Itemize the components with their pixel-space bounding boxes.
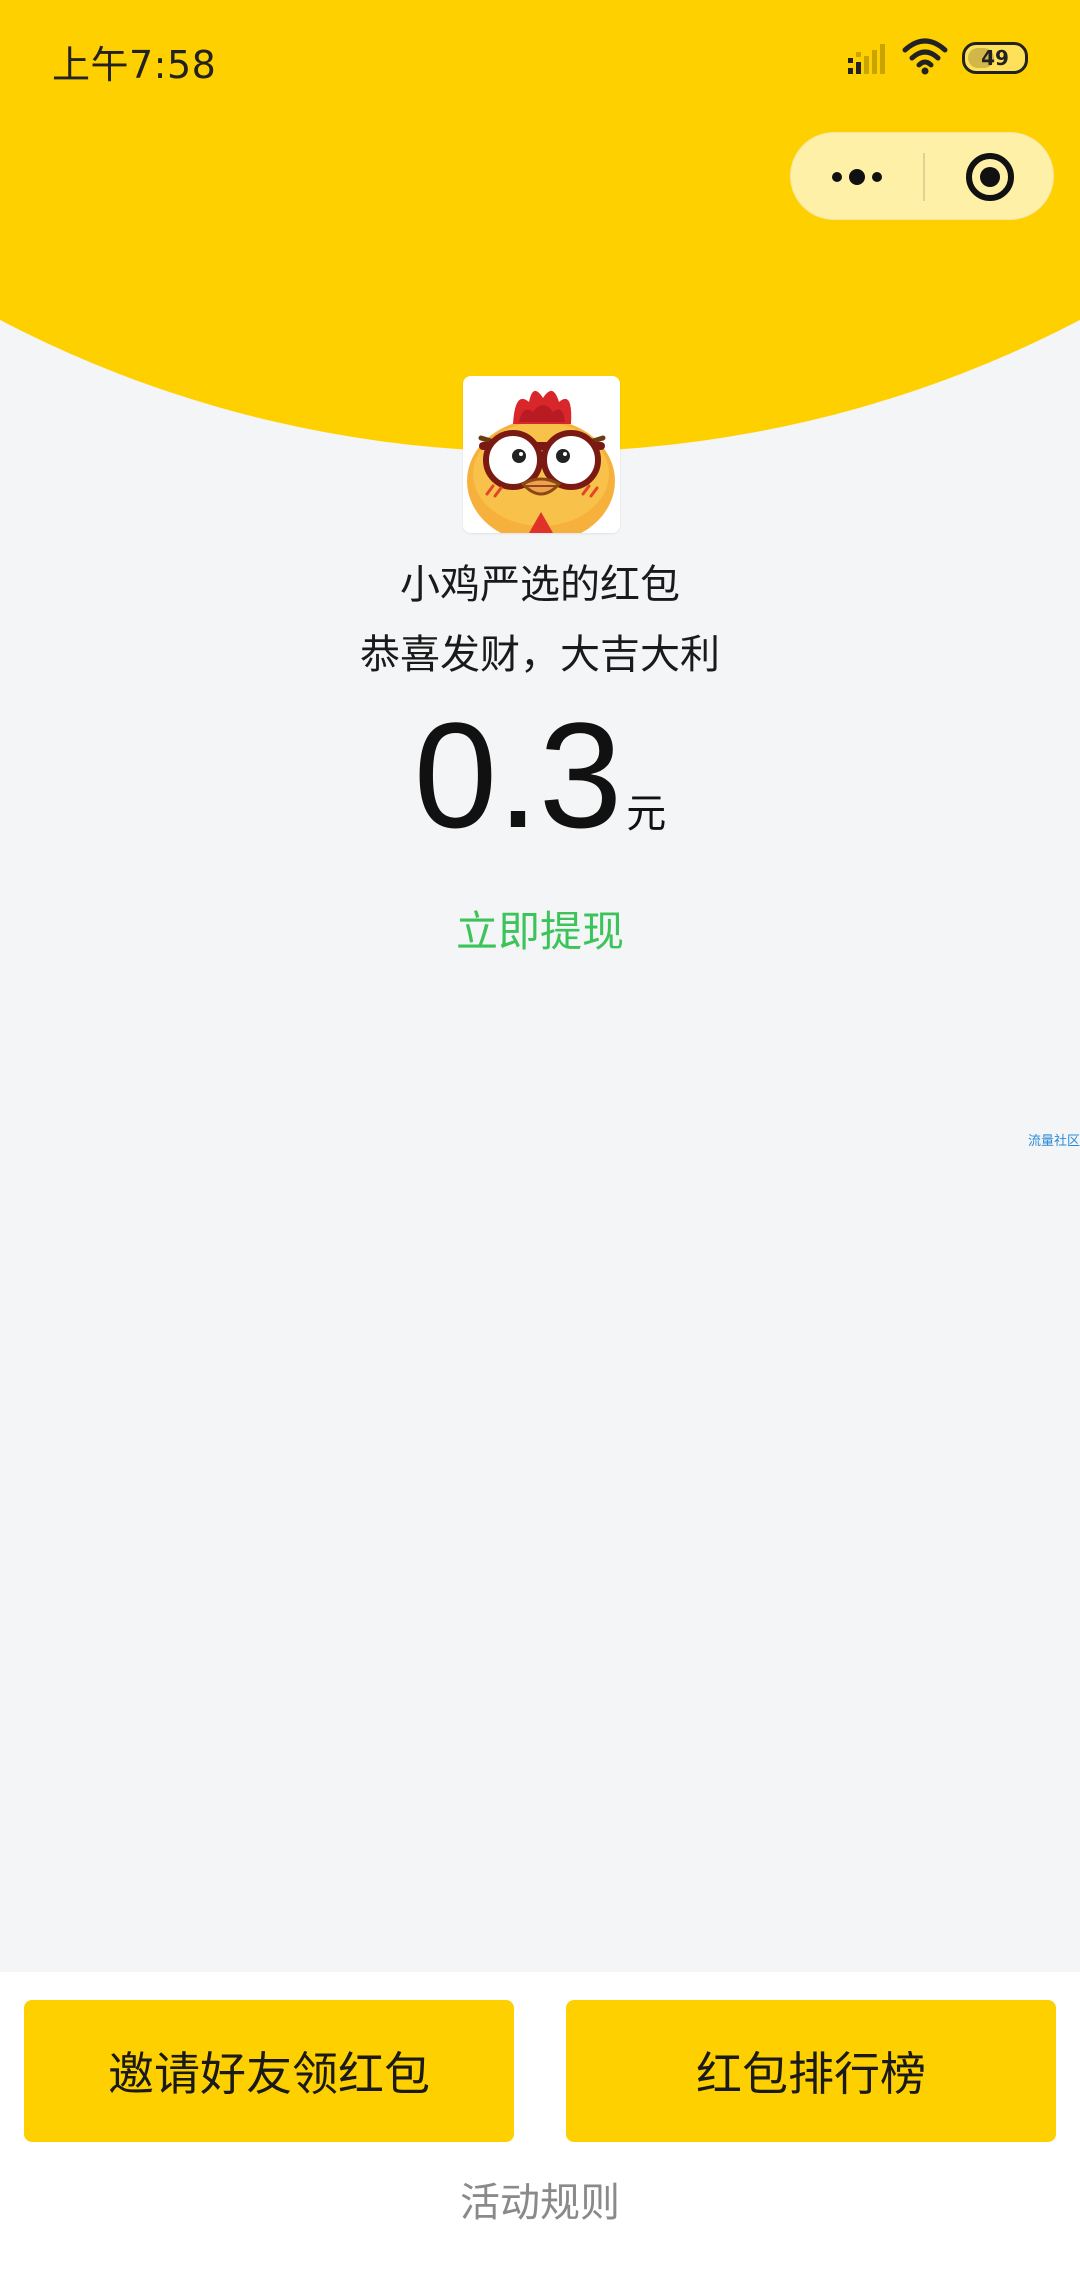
greeting-text: 恭喜发财，大吉大利 — [360, 632, 720, 678]
invite-friends-button[interactable]: 邀请好友领红包 — [24, 2000, 514, 2142]
amount-value: 0.3 — [413, 691, 623, 859]
withdraw-link[interactable]: 立即提现 — [0, 898, 1080, 959]
sender-name: 小鸡严选的红包 — [400, 562, 680, 608]
red-packet-page: 上午7:58 49 小鸡严选的红包 恭喜发财，大吉大利 0.3 元 立即提现 流… — [0, 0, 1080, 2280]
signal-icon — [848, 44, 885, 74]
status-time: 上午7:58 — [52, 43, 217, 87]
wifi-icon — [902, 38, 948, 75]
close-button[interactable] — [925, 133, 1055, 221]
watermark: 流量社区 — [1028, 1134, 1080, 1149]
activity-rules-link[interactable]: 活动规则 — [0, 2170, 1080, 2228]
mini-program-capsule — [790, 132, 1054, 220]
sender-avatar — [463, 376, 620, 533]
battery-level: 49 — [981, 46, 1009, 70]
more-button[interactable] — [791, 133, 923, 221]
target-close-icon — [966, 153, 1014, 201]
amount-unit: 元 — [626, 791, 667, 837]
battery-icon: 49 — [962, 42, 1032, 74]
chicken-avatar-icon — [463, 376, 620, 533]
amount-display: 0.3 元 — [0, 700, 1080, 850]
more-dots-icon — [832, 169, 882, 185]
status-bar: 上午7:58 49 — [0, 0, 1080, 120]
leaderboard-button[interactable]: 红包排行榜 — [566, 2000, 1056, 2142]
